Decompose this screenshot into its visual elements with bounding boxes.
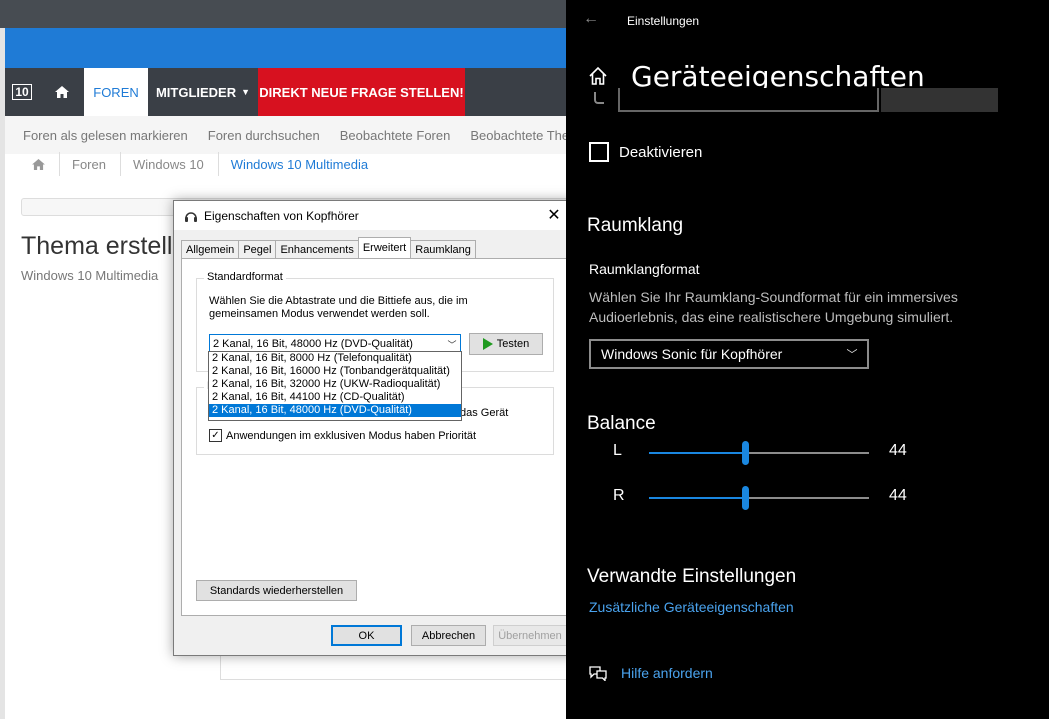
nav-mitglieder-label: MITGLIEDER xyxy=(155,84,237,100)
settings-window: ← Einstellungen Geräteeigenschaften Deak… xyxy=(566,0,1049,719)
forum-subnav: Foren als gelesen markieren Foren durchs… xyxy=(5,116,566,154)
settings-app-title: Einstellungen xyxy=(627,14,700,28)
back-arrow-icon[interactable]: ← xyxy=(583,10,599,28)
balance-left-label: L xyxy=(613,442,622,459)
default-format-description: Wählen Sie die Abtastrate und die Bittie… xyxy=(209,295,468,320)
balance-right-fill xyxy=(649,497,746,499)
nav-tab-mitglieder[interactable]: MITGLIEDER ▼ xyxy=(148,68,258,116)
exclusive-priority-checkbox[interactable]: ✓ xyxy=(209,429,222,442)
balance-right-row: R 44 xyxy=(613,485,973,511)
format-option[interactable]: 2 Kanal, 16 Bit, 8000 Hz (Telefonqualitä… xyxy=(209,352,461,365)
exclusive-check2-row[interactable]: ✓ Anwendungen im exklusiven Modus haben … xyxy=(209,429,476,442)
tab-allgemein[interactable]: Allgemein xyxy=(181,240,240,258)
balance-left-value: 44 xyxy=(889,442,907,459)
page-title: Thema erstell xyxy=(21,232,173,260)
close-icon[interactable]: ✕ xyxy=(542,204,566,226)
exclusive-check2-label: Anwendungen im exklusiven Modus haben Pr… xyxy=(226,429,477,442)
help-chat-icon xyxy=(589,666,607,681)
breadcrumb: Foren Windows 10 Windows 10 Multimedia xyxy=(20,150,566,178)
tab-enhancements[interactable]: Enhancements xyxy=(275,240,359,258)
dialog-tabs: Allgemein Pegel Enhancements Erweitert R… xyxy=(181,237,476,258)
balance-left-thumb[interactable] xyxy=(742,441,749,465)
cancel-button[interactable]: Abbrechen xyxy=(411,625,486,646)
format-option-selected[interactable]: 2 Kanal, 16 Bit, 48000 Hz (DVD-Qualität) xyxy=(209,404,461,417)
format-option[interactable]: 2 Kanal, 16 Bit, 44100 Hz (CD-Qualität) xyxy=(209,391,461,404)
forum-nav: 10 FOREN MITGLIEDER ▼ DIREKT NEUE FRAGE … xyxy=(5,68,566,116)
balance-left-row: L 44 xyxy=(613,440,973,466)
balance-left-fill xyxy=(649,452,746,454)
home-icon[interactable] xyxy=(588,66,608,86)
tab-pegel[interactable]: Pegel xyxy=(238,240,277,258)
chevron-down-icon: ﹀ xyxy=(447,339,457,350)
format-dropdown-list: 2 Kanal, 16 Bit, 8000 Hz (Telefonqualitä… xyxy=(208,351,462,421)
exclusive-check1-label: das Gerät xyxy=(460,407,509,419)
exclusive-check1-row: das Gerät xyxy=(460,407,508,419)
balance-right-thumb[interactable] xyxy=(742,486,749,510)
caret-down-icon: ▼ xyxy=(241,87,251,97)
format-select-value: 2 Kanal, 16 Bit, 48000 Hz (DVD-Qualität) xyxy=(213,338,413,350)
default-format-legend: Standardformat xyxy=(204,271,286,283)
deactivate-checkbox-row[interactable]: Deaktivieren xyxy=(589,142,702,162)
spatial-format-select[interactable]: Windows Sonic für Kopfhörer ﹀ xyxy=(589,339,869,369)
breadcrumb-home[interactable] xyxy=(20,152,60,176)
logo-text: 10 xyxy=(12,84,32,100)
subnav-watched-threads[interactable]: Beobachtete The xyxy=(470,128,566,143)
home-icon xyxy=(32,158,45,170)
breadcrumb-foren[interactable]: Foren xyxy=(60,152,121,176)
apply-button[interactable]: Übernehmen xyxy=(493,625,567,646)
new-question-button[interactable]: DIREKT NEUE FRAGE STELLEN! xyxy=(258,68,465,116)
deactivate-label: Deaktivieren xyxy=(619,143,703,161)
related-settings-heading: Verwandte Einstellungen xyxy=(587,566,797,587)
device-name-input[interactable] xyxy=(618,88,879,112)
tab-erweitert[interactable]: Erweitert xyxy=(357,237,412,258)
subnav-search[interactable]: Foren durchsuchen xyxy=(208,128,320,143)
balance-right-label: R xyxy=(613,487,625,504)
spatial-sound-heading: Raumklang xyxy=(587,215,684,236)
test-button[interactable]: Testen xyxy=(469,333,543,355)
dialog-titlebar[interactable]: Eigenschaften von Kopfhörer ✕ xyxy=(174,201,574,230)
test-button-label: Testen xyxy=(496,338,530,350)
headphones-icon xyxy=(185,211,197,222)
rename-button[interactable] xyxy=(881,88,998,112)
subnav-mark-read[interactable]: Foren als gelesen markieren xyxy=(23,128,188,143)
nav-tab-foren[interactable]: FOREN xyxy=(84,68,148,116)
ok-button[interactable]: OK xyxy=(331,625,402,646)
chevron-down-icon: ﹀ xyxy=(846,349,858,361)
format-option[interactable]: 2 Kanal, 16 Bit, 32000 Hz (UKW-Radioqual… xyxy=(209,378,461,391)
home-nav-button[interactable] xyxy=(39,68,84,116)
dialog-title: Eigenschaften von Kopfhörer xyxy=(204,208,359,223)
breadcrumb-multimedia[interactable]: Windows 10 Multimedia xyxy=(219,152,382,176)
forum-header-band xyxy=(5,28,566,68)
additional-device-properties-link[interactable]: Zusätzliche Geräteeigenschaften xyxy=(589,599,794,615)
get-help-label: Hilfe anfordern xyxy=(621,665,713,681)
tab-raumklang[interactable]: Raumklang xyxy=(410,240,476,258)
balance-heading: Balance xyxy=(587,413,656,434)
headphone-properties-dialog: Eigenschaften von Kopfhörer ✕ Allgemein … xyxy=(173,200,575,656)
deactivate-checkbox[interactable] xyxy=(589,142,609,162)
forum-logo[interactable]: 10 xyxy=(5,68,39,116)
play-icon xyxy=(482,338,493,350)
breadcrumb-windows10[interactable]: Windows 10 xyxy=(121,152,219,176)
rename-icon xyxy=(594,92,604,104)
spatial-format-description: Wählen Sie Ihr Raumklang-Soundformat für… xyxy=(589,289,958,325)
spatial-format-label: Raumklangformat xyxy=(589,261,700,277)
spatial-format-value: Windows Sonic für Kopfhörer xyxy=(601,346,783,362)
home-icon xyxy=(54,86,69,98)
format-option[interactable]: 2 Kanal, 16 Bit, 16000 Hz (Tonbandgerätq… xyxy=(209,365,461,378)
page-subtitle: Windows 10 Multimedia xyxy=(21,268,159,283)
browser-top-strip xyxy=(0,0,566,28)
subnav-watched-forums[interactable]: Beobachtete Foren xyxy=(340,128,451,143)
tab-panel-erweitert: Standardformat Wählen Sie die Abtastrate… xyxy=(181,258,567,616)
restore-defaults-button[interactable]: Standards wiederherstellen xyxy=(196,580,357,601)
balance-right-value: 44 xyxy=(889,487,907,504)
get-help-link[interactable]: Hilfe anfordern xyxy=(589,665,713,681)
